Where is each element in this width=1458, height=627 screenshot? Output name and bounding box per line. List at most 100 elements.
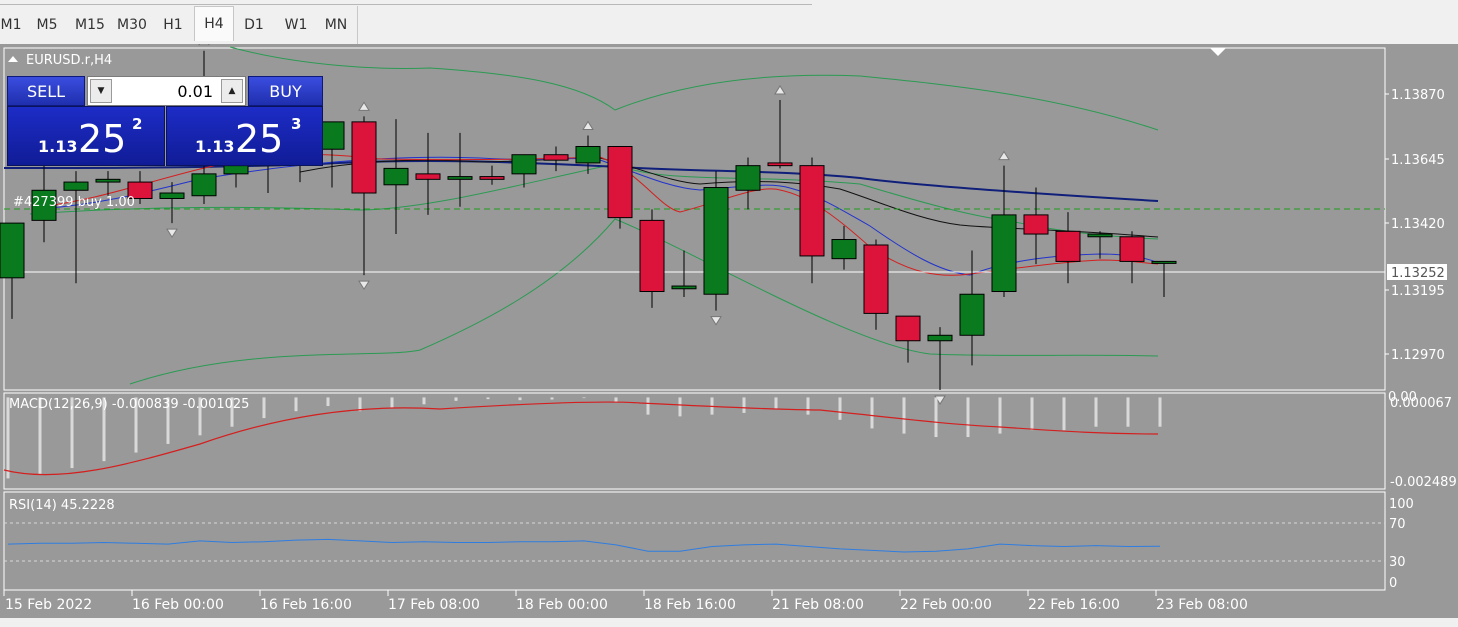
- buy-button[interactable]: BUY: [248, 76, 323, 106]
- timeframe-toolbar: M1 M5 M15 M30 H1 H4 D1 W1 MN: [0, 0, 1458, 44]
- macd-bar: [1062, 397, 1066, 431]
- time-tick: 22 Feb 00:00: [900, 597, 992, 613]
- bearish-candle: [479, 176, 505, 180]
- time-tick: 15 Feb 2022: [5, 597, 92, 613]
- tf-d1-button[interactable]: D1: [236, 8, 272, 42]
- rsi-tick: 100: [1389, 497, 1414, 512]
- macd-bar: [838, 397, 842, 420]
- bearish-candle: [767, 162, 793, 167]
- macd-bar: [486, 397, 490, 400]
- tf-m15-button[interactable]: M15: [69, 8, 111, 42]
- bullish-candle: [383, 167, 409, 186]
- macd-bar: [1126, 397, 1130, 427]
- bearish-candle: [895, 315, 921, 342]
- bullish-candle: [831, 239, 857, 260]
- bearish-candle: [1055, 230, 1081, 262]
- tf-h1-button[interactable]: H1: [155, 8, 191, 42]
- time-tick: 17 Feb 08:00: [388, 597, 480, 613]
- sell-price-pip: 2: [132, 115, 143, 133]
- tf-m1-button[interactable]: M1: [0, 8, 22, 42]
- sell-button[interactable]: SELL: [7, 76, 85, 106]
- lot-size-control: ▼ ▲: [87, 76, 246, 106]
- lot-increase-button[interactable]: ▲: [221, 79, 243, 103]
- bullish-candle: [319, 121, 345, 150]
- order-label: #427399 buy 1.00: [13, 195, 135, 210]
- lot-size-input[interactable]: [116, 79, 213, 103]
- bullish-candle: [511, 154, 537, 175]
- bullish-candle: [447, 176, 473, 180]
- rsi-tick: 30: [1389, 555, 1406, 570]
- macd-label: MACD(12,26,9) -0.000839 -0.001025: [9, 397, 249, 412]
- bullish-candle: [159, 192, 185, 199]
- rsi-tick: 0: [1389, 576, 1397, 591]
- macd-bar: [294, 397, 298, 412]
- macd-bar: [422, 397, 426, 405]
- time-tick: 21 Feb 08:00: [772, 597, 864, 613]
- rsi-label: RSI(14) 45.2228: [9, 498, 115, 513]
- macd-bar: [326, 397, 330, 407]
- bullish-candle: [991, 214, 1017, 293]
- macd-bar: [518, 397, 522, 401]
- time-tick: 18 Feb 16:00: [644, 597, 736, 613]
- macd-bar: [774, 397, 778, 410]
- bearish-candle: [351, 121, 377, 194]
- bullish-candle: [191, 173, 217, 197]
- time-tick: 23 Feb 08:00: [1156, 597, 1248, 613]
- tf-w1-button[interactable]: W1: [278, 8, 314, 42]
- bullish-candle: [575, 145, 601, 164]
- macd-bar: [1158, 397, 1162, 427]
- sell-price-prefix: 1.13: [38, 137, 78, 156]
- bearish-candle: [863, 244, 889, 314]
- time-tick: 16 Feb 00:00: [132, 597, 224, 613]
- buy-price-prefix: 1.13: [195, 137, 235, 156]
- macd-bar: [934, 397, 938, 438]
- macd-bar: [678, 397, 682, 417]
- toolbar-separator: [357, 6, 358, 44]
- bullish-candle: [95, 178, 121, 183]
- bullish-candle: [959, 293, 985, 336]
- tf-m30-button[interactable]: M30: [111, 8, 153, 42]
- macd-bar: [390, 397, 394, 408]
- tf-mn-button[interactable]: MN: [317, 8, 355, 42]
- price-tick: 1.12970: [1391, 348, 1445, 363]
- macd-bar: [550, 397, 554, 400]
- tf-m5-button[interactable]: M5: [29, 8, 65, 42]
- tf-h4-button[interactable]: H4: [194, 6, 234, 41]
- bearish-candle: [799, 165, 825, 257]
- macd-tick: -0.002489: [1390, 475, 1457, 490]
- symbol-label: EURUSD.r,H4: [26, 53, 112, 68]
- sell-price-main: 25: [78, 117, 127, 161]
- lot-decrease-button[interactable]: ▼: [90, 79, 112, 103]
- bearish-candle: [1023, 214, 1049, 235]
- bullish-candle: [1151, 260, 1177, 264]
- time-tick: 18 Feb 00:00: [516, 597, 608, 613]
- sell-price-box[interactable]: 1.13 25 2: [7, 106, 165, 166]
- time-axis: 15 Feb 2022 16 Feb 00:00 16 Feb 16:00 17…: [3, 590, 1248, 613]
- macd-bar: [454, 397, 458, 401]
- time-tick: 16 Feb 16:00: [260, 597, 352, 613]
- bullish-candle: [703, 187, 729, 295]
- buy-price-box[interactable]: 1.13 25 3: [166, 106, 323, 166]
- time-tick: 22 Feb 16:00: [1028, 597, 1120, 613]
- bearish-candle: [607, 145, 633, 219]
- bullish-candle: [0, 222, 25, 279]
- macd-bar: [646, 397, 650, 415]
- bearish-candle: [543, 154, 569, 161]
- bullish-candle: [223, 165, 249, 175]
- macd-bar: [1030, 397, 1034, 431]
- bottom-tab-strip: [0, 618, 1458, 623]
- macd-bar: [582, 397, 586, 399]
- bullish-candle: [671, 285, 697, 290]
- macd-bar: [966, 397, 970, 438]
- chart-window[interactable]: EURUSD.r,H4 #427399 buy 1.00 MACD(12,26,…: [0, 35, 1458, 623]
- buy-price-pip: 3: [291, 115, 302, 133]
- toolbar-top-border: [0, 0, 812, 5]
- bullish-candle: [63, 181, 89, 191]
- fractal-up-arrow: [198, 35, 210, 46]
- bearish-candle: [1119, 236, 1145, 262]
- bearish-candle: [415, 173, 441, 180]
- price-tick: 1.13420: [1391, 217, 1445, 232]
- macd-bar: [262, 397, 266, 419]
- bullish-candle: [1087, 233, 1113, 238]
- buy-price-main: 25: [235, 117, 284, 161]
